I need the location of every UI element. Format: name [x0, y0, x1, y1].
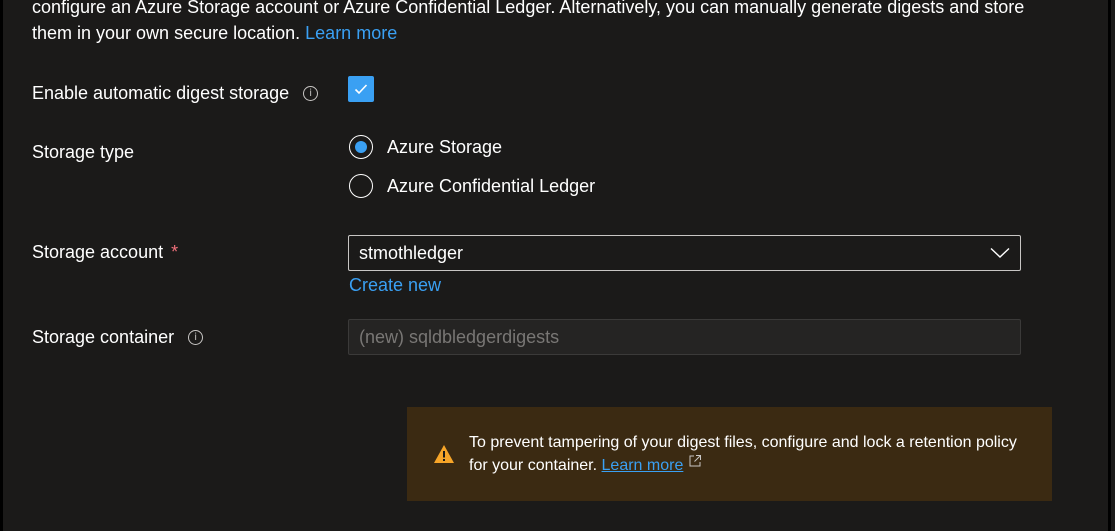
- radio-button-checked[interactable]: [349, 135, 373, 159]
- auto-digest-row: Enable automatic digest storage i: [32, 83, 319, 104]
- info-icon[interactable]: i: [188, 330, 204, 345]
- storage-container-row: Storage container i: [32, 327, 204, 348]
- warning-text: To prevent tampering of your digest file…: [469, 434, 1017, 474]
- storage-account-value: stmothledger: [359, 242, 464, 263]
- storage-account-label: Storage account: [32, 242, 164, 262]
- checkmark-icon: [354, 84, 368, 95]
- radio-button-unchecked[interactable]: [349, 174, 373, 198]
- radio-azure-storage[interactable]: Azure Storage: [349, 135, 502, 159]
- warning-icon: [434, 445, 454, 463]
- description-paragraph: configure an Azure Storage account or Az…: [32, 0, 1042, 46]
- external-link-icon: [689, 455, 701, 467]
- create-new-link[interactable]: Create new: [349, 275, 441, 296]
- storage-type-label: Storage type: [32, 142, 135, 162]
- warning-learn-more-link[interactable]: Learn more: [602, 457, 684, 474]
- description-text: configure an Azure Storage account or Az…: [32, 0, 1025, 43]
- required-asterisk: *: [171, 242, 179, 262]
- info-icon[interactable]: i: [303, 86, 319, 101]
- warning-banner: To prevent tampering of your digest file…: [407, 407, 1052, 501]
- storage-type-row: Storage type: [32, 142, 134, 163]
- auto-digest-label: Enable automatic digest storage: [32, 83, 290, 103]
- storage-container-label: Storage container: [32, 327, 175, 347]
- chevron-down-icon: [990, 247, 1010, 258]
- radio-label-azure-confidential-ledger: Azure Confidential Ledger: [387, 175, 596, 196]
- radio-azure-confidential-ledger[interactable]: Azure Confidential Ledger: [349, 174, 595, 198]
- storage-account-dropdown[interactable]: stmothledger: [348, 235, 1021, 271]
- storage-account-row: Storage account *: [32, 242, 178, 263]
- radio-label-azure-storage: Azure Storage: [387, 136, 503, 157]
- storage-container-input: (new) sqldbledgerdigests: [348, 319, 1021, 355]
- auto-digest-checkbox[interactable]: [348, 76, 374, 102]
- warning-message: To prevent tampering of your digest file…: [469, 431, 1036, 477]
- description-learn-more-link[interactable]: Learn more: [305, 23, 397, 43]
